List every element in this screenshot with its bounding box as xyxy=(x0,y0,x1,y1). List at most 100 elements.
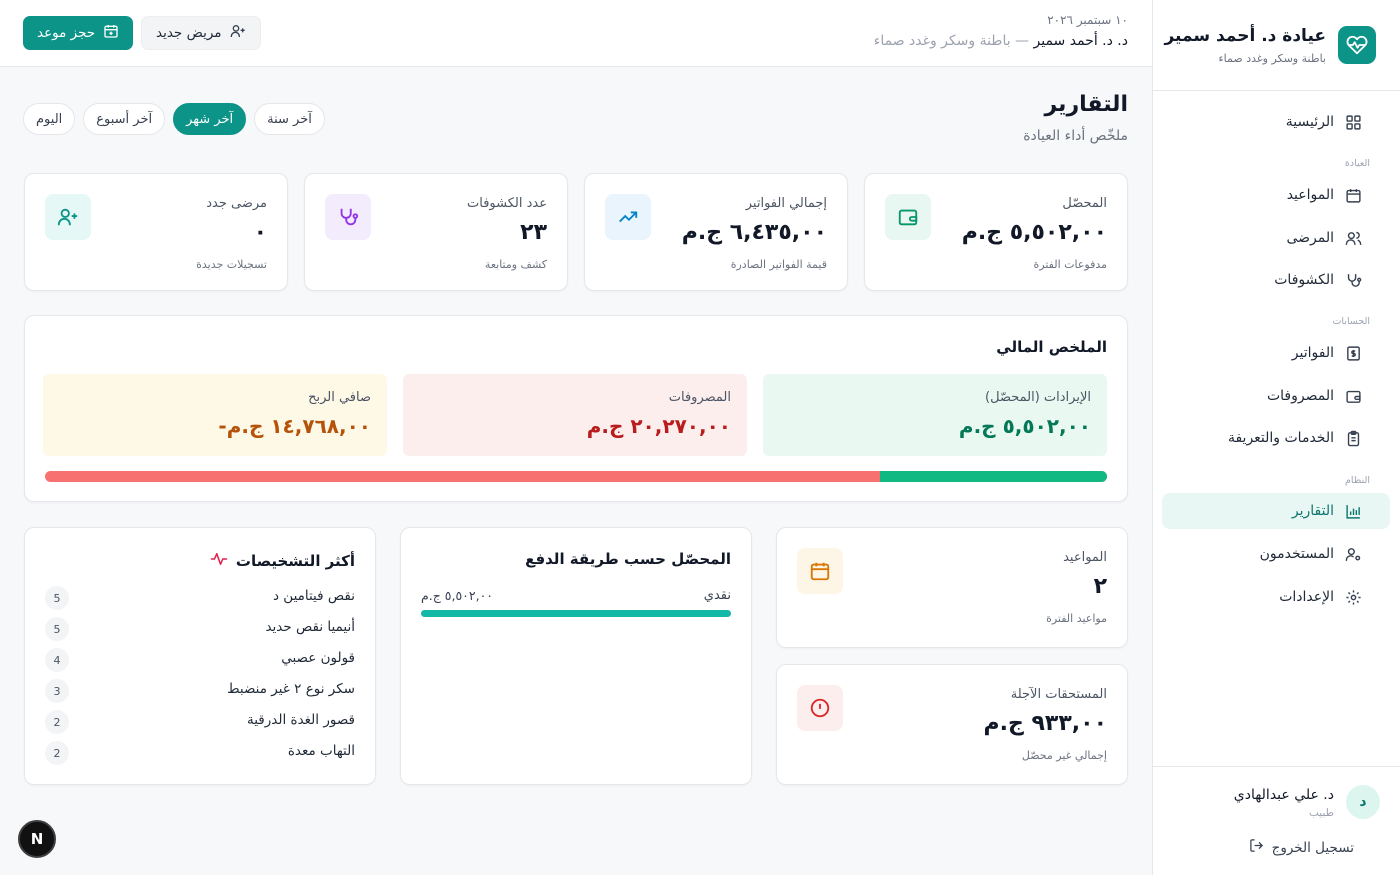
kpi-note: كشف ومتابعة xyxy=(484,258,547,271)
diagnosis-row: قولون عصبي 4 xyxy=(45,648,355,672)
sidebar-item-label: الرئيسية xyxy=(1285,114,1334,130)
revenue-value: ٥,٥٠٢,٠٠ ج.م xyxy=(958,414,1091,438)
kpi-invoiced-card: إجمالي الفواتير ٦,٤٣٥,٠٠ ج.م قيمة الفوات… xyxy=(584,173,848,291)
topbar: ١٠ سبتمبر ٢٠٢٦ د. د. أحمد سمير — باطنة و… xyxy=(0,0,1152,67)
users-icon xyxy=(1344,229,1362,247)
sidebar-item-patients[interactable]: المرضى xyxy=(1162,220,1390,256)
divider xyxy=(1152,90,1400,91)
profit-box: صافي الربح -١٤,٧٦٨,٠٠ ج.م xyxy=(43,374,387,456)
user-name: د. علي عبدالهادي xyxy=(1233,787,1334,803)
book-appointment-button[interactable]: حجز موعد xyxy=(23,16,134,50)
top-diagnoses-card: أكثر التشخيصات نقص فيتامين د 5 أنيميا نق… xyxy=(24,527,376,785)
devtools-badge-button[interactable]: N xyxy=(18,820,56,858)
payment-method-track xyxy=(421,610,731,617)
period-month[interactable]: آخر شهر xyxy=(173,103,247,135)
profit-value: -١٤,٧٦٨,٠٠ ج.م xyxy=(218,414,371,438)
payment-methods-card: المحصّل حسب طريقة الدفع نقدي ٥,٥٠٢,٠٠ ج.… xyxy=(400,527,752,785)
new-patient-label: مريض جديد xyxy=(156,25,222,41)
kpi-note: مواعيد الفترة xyxy=(1046,612,1107,625)
kpi-note: تسجيلات جديدة xyxy=(196,258,267,271)
bar-chart-icon xyxy=(1344,502,1362,520)
page-subtitle: ملخّص أداء العيادة xyxy=(1023,128,1128,144)
kpi-value: ٠ xyxy=(253,220,267,245)
wallet-icon xyxy=(885,194,931,240)
user-cog-icon xyxy=(1344,545,1362,563)
payment-method-amount: ٥,٥٠٢,٠٠ ج.م xyxy=(421,588,493,603)
user-role: طبيب xyxy=(1308,807,1334,819)
sidebar-item-label: المصروفات xyxy=(1266,388,1334,404)
diagnosis-name: التهاب معدة xyxy=(287,743,355,759)
sidebar-item-services[interactable]: الخدمات والتعريفة xyxy=(1162,420,1390,456)
grid-icon xyxy=(1344,113,1362,131)
sidebar-item-reports[interactable]: التقارير xyxy=(1162,493,1390,529)
expenses-label: المصروفات xyxy=(668,390,731,405)
clipboard-list-icon xyxy=(1344,429,1362,447)
kpi-visits-card: عدد الكشوفات ٢٣ كشف ومتابعة xyxy=(304,173,568,291)
nav-section-clinic: العيادة xyxy=(1344,158,1370,169)
activity-icon xyxy=(210,550,228,572)
receivables-card: المستحقات الآجلة ٩٣٣,٠٠ ج.م إجمالي غير م… xyxy=(776,664,1128,785)
kpi-value: ٩٣٣,٠٠ ج.م xyxy=(983,711,1108,736)
diagnosis-name: أنيميا نقص حديد xyxy=(265,619,355,635)
sidebar-item-label: المرضى xyxy=(1286,230,1334,246)
avatar: د xyxy=(1346,785,1380,819)
diagnosis-count: 2 xyxy=(45,741,69,765)
revenue-expense-bar xyxy=(45,471,1107,482)
kpi-label: المستحقات الآجلة xyxy=(1010,687,1107,702)
alert-circle-icon xyxy=(797,685,843,731)
sidebar-item-settings[interactable]: الإعدادات xyxy=(1162,579,1390,615)
user-plus-icon xyxy=(45,194,91,240)
appointments-card: المواعيد ٢ مواعيد الفترة xyxy=(776,527,1128,648)
top-diagnoses-title: أكثر التشخيصات xyxy=(235,552,355,570)
period-today[interactable]: اليوم xyxy=(23,103,76,135)
sidebar-item-invoices[interactable]: الفواتير xyxy=(1162,335,1390,371)
diagnosis-row: التهاب معدة 2 xyxy=(45,741,355,765)
sidebar-item-label: التقارير xyxy=(1291,503,1334,519)
diagnosis-row: قصور الغدة الدرقية 2 xyxy=(45,710,355,734)
sidebar-item-label: الكشوفات xyxy=(1274,272,1334,288)
payment-method-name: نقدي xyxy=(703,588,731,603)
sidebar-item-home[interactable]: الرئيسية xyxy=(1162,104,1390,140)
logout-button[interactable]: تسجيل الخروج xyxy=(1249,838,1354,857)
top-diagnoses-header: أكثر التشخيصات xyxy=(210,550,355,572)
new-patient-button[interactable]: مريض جديد xyxy=(141,16,261,50)
kpi-value: ٥,٥٠٢,٠٠ ج.م xyxy=(961,220,1107,245)
stethoscope-icon xyxy=(1344,271,1362,289)
wallet-icon xyxy=(1344,387,1362,405)
receipt-dollar-icon xyxy=(1344,344,1362,362)
financial-summary-card: الملخص المالي الإيرادات (المحصّل) ٥,٥٠٢,… xyxy=(24,315,1128,502)
period-filter: اليوم آخر أسبوع آخر شهر آخر سنة xyxy=(23,103,325,135)
sidebar: عيادة د. أحمد سمير باطنة وسكر وغدد صماء … xyxy=(1152,0,1400,875)
book-appointment-label: حجز موعد xyxy=(37,25,96,41)
kpi-collected-card: المحصّل ٥,٥٠٢,٠٠ ج.م مدفوعات الفترة xyxy=(864,173,1128,291)
diagnosis-row: أنيميا نقص حديد 5 xyxy=(45,617,355,641)
diagnosis-count: 4 xyxy=(45,648,69,672)
kpi-label: مرضى جدد xyxy=(206,196,267,211)
period-year[interactable]: آخر سنة xyxy=(254,103,325,135)
diagnosis-count: 2 xyxy=(45,710,69,734)
stethoscope-icon xyxy=(325,194,371,240)
sidebar-item-label: الفواتير xyxy=(1291,345,1334,361)
gear-icon xyxy=(1344,588,1362,606)
trending-up-icon xyxy=(605,194,651,240)
diagnosis-name: قصور الغدة الدرقية xyxy=(246,712,355,728)
user-plus-icon xyxy=(230,23,246,43)
diagnosis-count: 5 xyxy=(45,586,69,610)
kpi-new-patients-card: مرضى جدد ٠ تسجيلات جديدة xyxy=(24,173,288,291)
kpi-note: مدفوعات الفترة xyxy=(1033,258,1108,271)
profit-label: صافي الربح xyxy=(308,390,371,405)
diagnosis-count: 3 xyxy=(45,679,69,703)
sidebar-item-appointments[interactable]: المواعيد xyxy=(1162,177,1390,213)
calendar-icon xyxy=(1344,186,1362,204)
sidebar-item-expenses[interactable]: المصروفات xyxy=(1162,378,1390,414)
period-week[interactable]: آخر أسبوع xyxy=(83,103,166,135)
payment-methods-title: المحصّل حسب طريقة الدفع xyxy=(525,550,731,568)
sidebar-item-visits[interactable]: الكشوفات xyxy=(1162,262,1390,298)
revenue-box: الإيرادات (المحصّل) ٥,٥٠٢,٠٠ ج.م xyxy=(763,374,1107,456)
doctor-specialty: — باطنة وسكر وغدد صماء xyxy=(873,33,1034,49)
payment-method-fill xyxy=(421,610,731,617)
calendar-icon xyxy=(797,548,843,594)
page-title: التقارير xyxy=(1044,92,1129,117)
sidebar-item-users[interactable]: المستخدمون xyxy=(1162,536,1390,572)
kpi-label: المواعيد xyxy=(1063,550,1107,565)
